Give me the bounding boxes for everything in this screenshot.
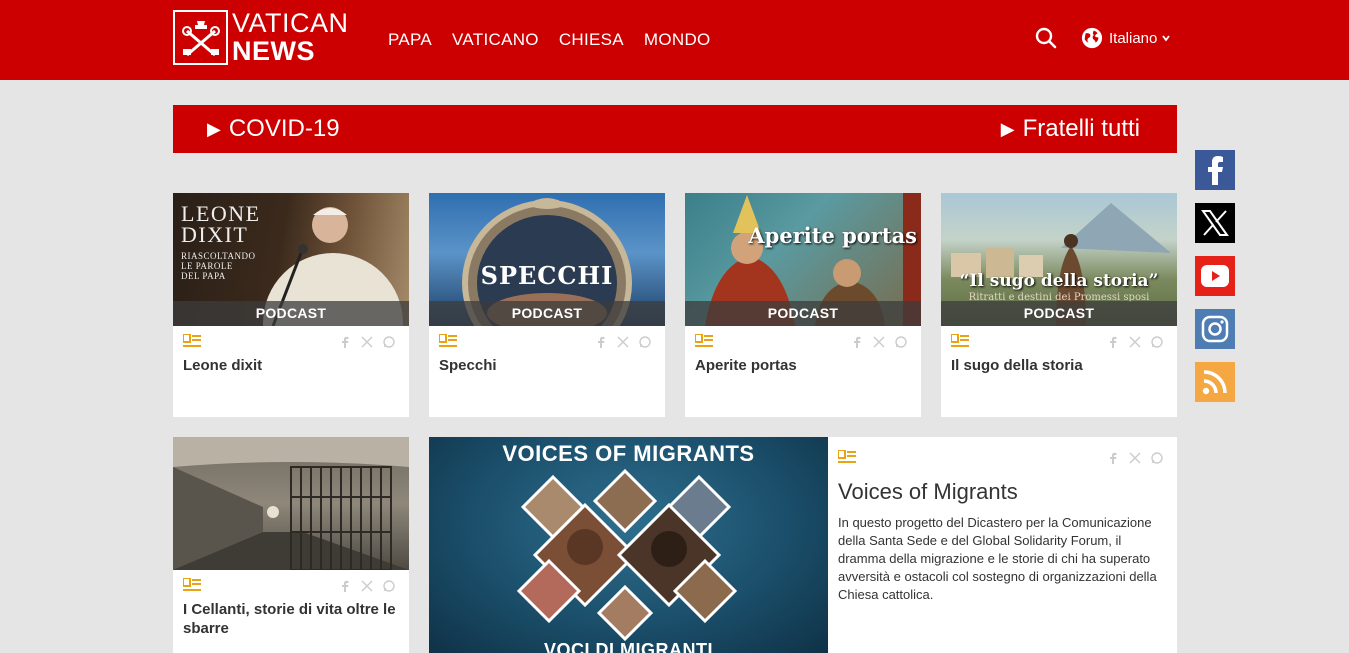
topics-banner: ▶ COVID-19 ▶ Fratelli tutti [173,105,1177,153]
image-subtext: DEL PAPA [181,271,226,281]
card-leone-dixit[interactable]: LEONE DIXIT RIASCOLTANDO LE PAROLE DEL P… [173,193,409,417]
rss-icon[interactable] [1195,362,1235,402]
share-facebook-icon[interactable] [339,579,351,592]
youtube-icon[interactable] [1195,256,1235,296]
podcast-tag: PODCAST [685,301,921,326]
card-image: LEONE DIXIT RIASCOLTANDO LE PAROLE DEL P… [173,193,409,326]
banner-link-fratelli-label: Fratelli tutti [1022,115,1140,142]
hero-image-voices-of-migrants[interactable]: VOICES OF MIGRANTS VOCI DI MIGRANTI [429,437,828,653]
image-text: SPECCHI [480,261,614,290]
share-facebook-icon[interactable] [1107,335,1119,348]
article-icon [838,450,856,463]
card-title[interactable]: I Cellanti, storie di vita oltre le sbar… [173,598,409,638]
share-whatsapp-icon[interactable] [1151,335,1163,348]
nav-papa[interactable]: PAPA [388,30,432,50]
hero-description: In questo progetto del Dicastero per la … [838,515,1157,602]
hero-image-title: VOICES OF MIGRANTS [502,441,755,466]
logo-text-top: VATICAN [232,7,349,38]
share-buttons [1107,335,1163,348]
share-facebook-icon[interactable] [339,335,351,348]
share-whatsapp-icon[interactable] [895,335,907,348]
podcast-tag: PODCAST [941,301,1177,326]
logo-text-bottom: NEWS [232,35,315,66]
podcast-tag: PODCAST [173,301,409,326]
image-text: DIXIT [181,222,249,247]
share-whatsapp-icon[interactable] [639,335,651,348]
nav-mondo[interactable]: MONDO [644,30,711,50]
nav-chiesa[interactable]: CHIESA [559,30,624,50]
share-x-icon[interactable] [1129,451,1141,464]
play-triangle-icon: ▶ [207,118,221,139]
card-title[interactable]: Aperite portas [685,354,921,375]
card-title[interactable]: Specchi [429,354,665,375]
card-il-sugo-della-storia[interactable]: “Il sugo della storia” Ritratti e destin… [941,193,1177,417]
share-x-icon[interactable] [617,335,629,348]
facebook-icon[interactable] [1195,150,1235,190]
top-bar: VATICAN NEWS PAPA VATICANO CHIESA MONDO … [0,0,1349,80]
hero-text-panel: Voices of Migrants In questo progetto de… [828,437,1177,653]
card-image: SPECCHI PODCAST [429,193,665,326]
share-x-icon[interactable] [873,335,885,348]
card-i-cellanti[interactable]: I Cellanti, storie di vita oltre le sbar… [173,437,409,653]
banner-link-fratelli-tutti[interactable]: ▶ Fratelli tutti [1001,105,1140,153]
article-icon [183,578,201,591]
hero-title[interactable]: Voices of Migrants [838,479,1018,505]
image-text: “Il sugo della storia” [959,271,1159,291]
hero-image-subtitle: VOCI DI MIGRANTI [544,640,713,653]
social-bar [1195,150,1235,415]
image-text: Aperite portas [748,223,917,248]
share-whatsapp-icon[interactable] [383,579,395,592]
share-buttons [595,335,651,348]
card-image [173,437,409,570]
image-subtext: RIASCOLTANDO [181,251,256,261]
card-title[interactable]: Leone dixit [173,354,409,375]
card-title[interactable]: Il sugo della storia [941,354,1177,375]
share-buttons [851,335,907,348]
share-whatsapp-icon[interactable] [1151,451,1163,464]
search-icon[interactable] [1034,26,1058,50]
image-text: LEONE [181,201,261,226]
share-facebook-icon[interactable] [595,335,607,348]
card-image: “Il sugo della storia” Ritratti e destin… [941,193,1177,326]
card-aperite-portas[interactable]: Aperite portas PODCAST Aperite portas [685,193,921,417]
share-facebook-icon[interactable] [851,335,863,348]
x-twitter-icon[interactable] [1195,203,1235,243]
image-subtext: LE PAROLE [181,261,233,271]
globe-icon [1081,27,1103,49]
card-specchi[interactable]: SPECCHI PODCAST Specchi [429,193,665,417]
main-nav: PAPA VATICANO CHIESA MONDO [388,30,711,50]
card-image: Aperite portas PODCAST [685,193,921,326]
language-label: Italiano [1109,29,1158,47]
language-selector[interactable]: Italiano [1081,27,1171,49]
article-icon [951,334,969,347]
article-icon [439,334,457,347]
share-buttons [339,335,395,348]
share-x-icon[interactable] [361,579,373,592]
vatican-news-logo[interactable]: VATICAN NEWS [173,9,351,65]
article-icon [183,334,201,347]
play-triangle-icon: ▶ [1000,118,1015,139]
banner-link-covid[interactable]: ▶ COVID-19 [207,105,340,153]
crossed-keys-icon [173,9,228,65]
nav-vaticano[interactable]: VATICANO [452,30,539,50]
article-icon [695,334,713,347]
share-facebook-icon[interactable] [1107,451,1119,464]
share-buttons [339,579,395,592]
share-whatsapp-icon[interactable] [383,335,395,348]
share-buttons [1107,451,1163,464]
banner-link-covid-label: COVID-19 [228,115,340,142]
chevron-down-icon [1162,35,1171,42]
share-x-icon[interactable] [361,335,373,348]
instagram-icon[interactable] [1195,309,1235,349]
podcast-tag: PODCAST [429,301,665,326]
share-x-icon[interactable] [1129,335,1141,348]
